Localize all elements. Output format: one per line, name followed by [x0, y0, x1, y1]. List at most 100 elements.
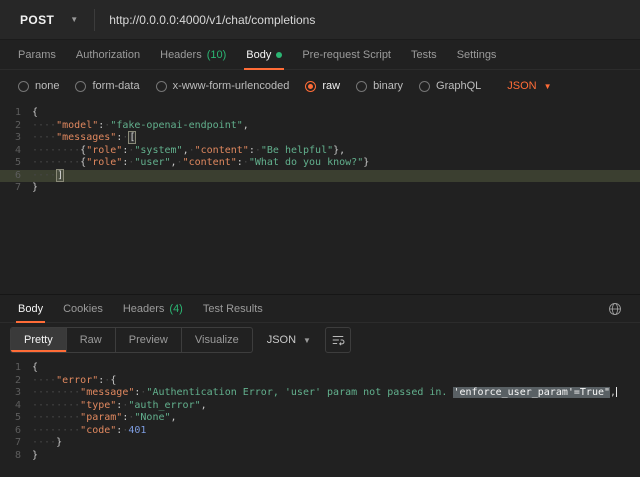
- response-tab-cookies[interactable]: Cookies: [53, 295, 113, 322]
- response-tab-body[interactable]: Body: [8, 295, 53, 322]
- method-dropdown[interactable]: POST ▼: [0, 0, 94, 39]
- radio-label: x-www-form-urlencoded: [173, 80, 290, 92]
- code-line[interactable]: 4········{"role":·"system",·"content":·"…: [0, 145, 640, 158]
- radio-icon: [18, 81, 29, 92]
- raw-format-dropdown[interactable]: JSON ▼: [507, 80, 551, 92]
- response-body-editor[interactable]: 1{2····"error":·{3········"message":·"Au…: [0, 357, 640, 477]
- body-type-graphql[interactable]: GraphQL: [419, 80, 481, 92]
- code-text: ····}: [32, 437, 62, 450]
- radio-label: form-data: [92, 80, 139, 92]
- code-line[interactable]: 3····"messages":·[: [0, 132, 640, 145]
- line-number: 5: [0, 412, 32, 425]
- code-line[interactable]: 2····"model":·"fake-openai-endpoint",: [0, 120, 640, 133]
- tab-params[interactable]: Params: [8, 40, 66, 69]
- line-number: 2: [0, 375, 32, 388]
- radio-icon: [156, 81, 167, 92]
- tab-label: Headers: [160, 49, 202, 61]
- body-type-form-data[interactable]: form-data: [75, 80, 139, 92]
- response-tabs: Body Cookies Headers(4) Test Results: [0, 295, 640, 323]
- line-number: 6: [0, 425, 32, 438]
- code-text: ········"param":·"None",: [32, 412, 177, 425]
- code-line[interactable]: 8}: [0, 450, 640, 463]
- code-text: ········"message":·"Authentication Error…: [32, 387, 617, 400]
- raw-format-value: JSON: [507, 80, 536, 92]
- headers-count: (4): [169, 303, 182, 315]
- tab-label: Pre-request Script: [302, 49, 391, 61]
- code-line[interactable]: 6····]: [0, 170, 640, 183]
- response-tab-test-results[interactable]: Test Results: [193, 295, 273, 322]
- tab-body[interactable]: Body: [236, 40, 292, 69]
- code-text: ········"type":·"auth_error",: [32, 400, 207, 413]
- tab-label: Body: [246, 49, 271, 61]
- body-type-x-www-form-urlencoded[interactable]: x-www-form-urlencoded: [156, 80, 290, 92]
- code-text: ········{"role":·"user",·"content":·"Wha…: [32, 157, 369, 170]
- tab-tests[interactable]: Tests: [401, 40, 447, 69]
- response-format-dropdown[interactable]: JSON ▼: [267, 334, 311, 346]
- radio-label: raw: [322, 80, 340, 92]
- chevron-down-icon: ▼: [70, 15, 78, 24]
- body-type-none[interactable]: none: [18, 80, 59, 92]
- tab-pre-request-script[interactable]: Pre-request Script: [292, 40, 401, 69]
- view-tab-label: Pretty: [24, 334, 53, 346]
- response-view-switcher: Pretty Raw Preview Visualize: [10, 327, 253, 353]
- request-body-editor[interactable]: 1{2····"model":·"fake-openai-endpoint",3…: [0, 102, 640, 294]
- wrap-lines-button[interactable]: [325, 327, 351, 353]
- radio-label: none: [35, 80, 59, 92]
- code-line[interactable]: 7····}: [0, 437, 640, 450]
- view-tab-label: Preview: [129, 334, 168, 346]
- tab-settings[interactable]: Settings: [447, 40, 507, 69]
- network-globe-icon[interactable]: [608, 302, 632, 316]
- view-tab-visualize[interactable]: Visualize: [182, 328, 252, 352]
- code-text: ····"error":·{: [32, 375, 116, 388]
- code-line[interactable]: 7}: [0, 182, 640, 195]
- body-type-binary[interactable]: binary: [356, 80, 403, 92]
- code-text: {: [32, 362, 38, 375]
- unsaved-changes-dot: [276, 52, 282, 58]
- line-number: 2: [0, 120, 32, 133]
- code-text: }: [32, 450, 38, 463]
- response-tab-headers[interactable]: Headers(4): [113, 295, 193, 322]
- tab-label: Test Results: [203, 303, 263, 315]
- radio-label: GraphQL: [436, 80, 481, 92]
- code-text: {: [32, 107, 38, 120]
- tab-label: Authorization: [76, 49, 140, 61]
- line-number: 1: [0, 362, 32, 375]
- response-section: Body Cookies Headers(4) Test Results Pre…: [0, 294, 640, 477]
- code-line[interactable]: 2····"error":·{: [0, 375, 640, 388]
- radio-label: binary: [373, 80, 403, 92]
- postman-app: POST ▼ http://0.0.0.0:4000/v1/chat/compl…: [0, 0, 640, 477]
- line-number: 8: [0, 450, 32, 463]
- request-url-bar: POST ▼ http://0.0.0.0:4000/v1/chat/compl…: [0, 0, 640, 40]
- wrap-lines-icon: [331, 333, 345, 347]
- response-view-row: Pretty Raw Preview Visualize JSON ▼: [0, 323, 640, 357]
- code-line[interactable]: 1{: [0, 362, 640, 375]
- view-tab-raw[interactable]: Raw: [67, 328, 116, 352]
- code-line[interactable]: 1{: [0, 107, 640, 120]
- headers-count: (10): [207, 49, 227, 61]
- code-text: ····"model":·"fake-openai-endpoint",: [32, 120, 249, 133]
- method-label: POST: [20, 13, 54, 27]
- code-line[interactable]: 3········"message":·"Authentication Erro…: [0, 387, 640, 400]
- code-line[interactable]: 4········"type":·"auth_error",: [0, 400, 640, 413]
- code-text: ····"messages":·[: [32, 132, 136, 145]
- tab-authorization[interactable]: Authorization: [66, 40, 150, 69]
- tab-headers[interactable]: Headers (10): [150, 40, 236, 69]
- body-type-row: none form-data x-www-form-urlencoded raw…: [0, 70, 640, 102]
- code-line[interactable]: 5········"param":·"None",: [0, 412, 640, 425]
- view-tab-preview[interactable]: Preview: [116, 328, 182, 352]
- code-line[interactable]: 6········"code":·401: [0, 425, 640, 438]
- tab-label: Cookies: [63, 303, 103, 315]
- line-number: 4: [0, 145, 32, 158]
- view-tab-label: Raw: [80, 334, 102, 346]
- view-tab-pretty[interactable]: Pretty: [11, 328, 67, 352]
- body-type-raw[interactable]: raw: [305, 80, 340, 92]
- code-text: ········"code":·401: [32, 425, 146, 438]
- view-tab-label: Visualize: [195, 334, 239, 346]
- code-text: ········{"role":·"system",·"content":·"B…: [32, 145, 345, 158]
- line-number: 1: [0, 107, 32, 120]
- code-line[interactable]: 5········{"role":·"user",·"content":·"Wh…: [0, 157, 640, 170]
- tab-label: Body: [18, 303, 43, 315]
- text-cursor: [616, 387, 617, 397]
- url-input[interactable]: http://0.0.0.0:4000/v1/chat/completions: [95, 13, 640, 27]
- radio-icon: [75, 81, 86, 92]
